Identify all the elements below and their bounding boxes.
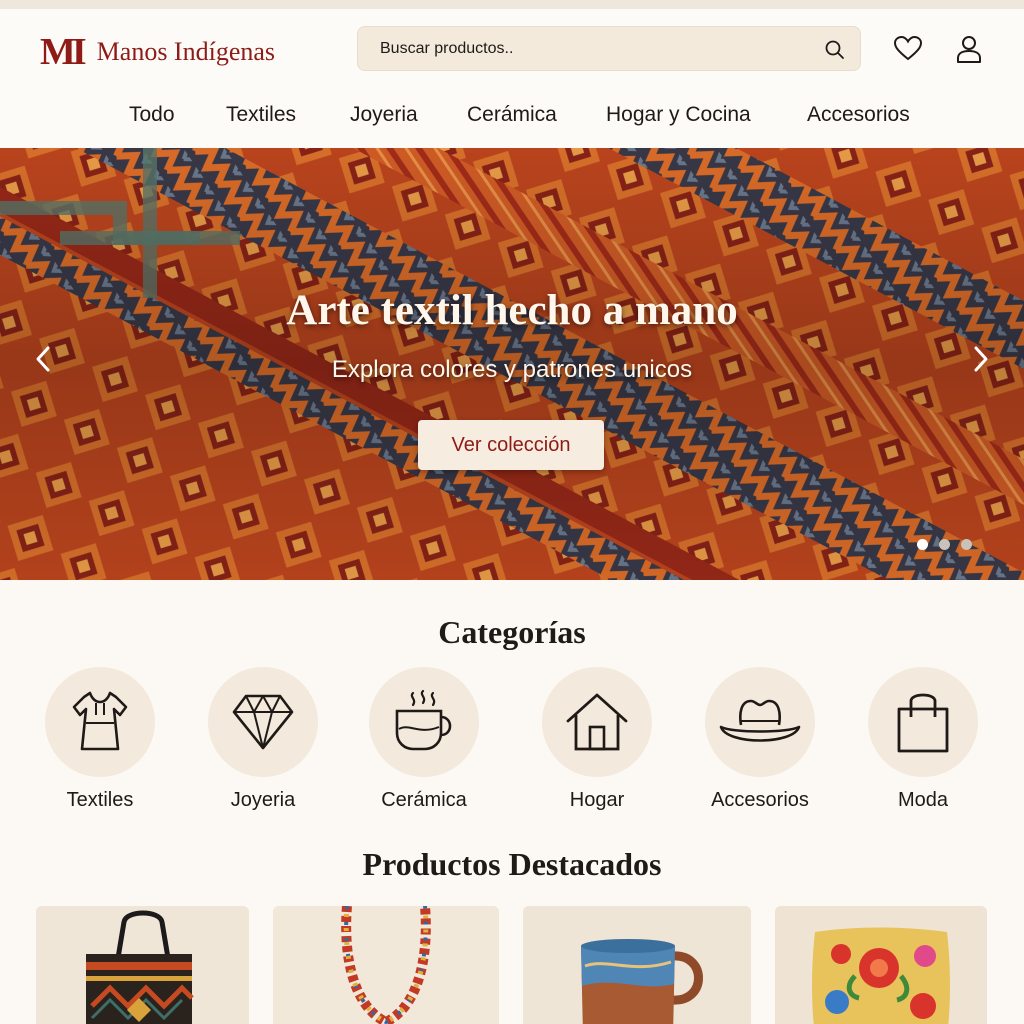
slide-dot-1[interactable] xyxy=(917,539,928,550)
nav-item-ceramica[interactable]: Cerámica xyxy=(467,103,557,127)
logo-mark: MI xyxy=(40,31,87,73)
top-border xyxy=(0,0,1024,9)
category-circle xyxy=(208,667,318,777)
product-card-tote-bag[interactable] xyxy=(36,906,249,1024)
slide-dot-2[interactable] xyxy=(939,539,950,550)
shopping-bag-icon xyxy=(897,693,949,753)
dress-icon xyxy=(72,691,128,751)
category-hogar[interactable]: Hogar xyxy=(527,667,667,817)
user-icon[interactable] xyxy=(954,34,984,64)
category-label: Textiles xyxy=(66,789,134,811)
hero-banner: Arte textil hecho a mano Explora colores… xyxy=(0,148,1024,580)
category-label: Hogar xyxy=(569,789,625,811)
product-card-pillow[interactable] xyxy=(775,906,987,1024)
hero-title: Arte textil hecho a mano xyxy=(286,287,738,334)
nav-item-accesorios[interactable]: Accesorios xyxy=(807,103,910,127)
category-textiles[interactable]: Textiles xyxy=(30,667,170,817)
main-nav: Todo Textiles Joyeria Cerámica Hogar y C… xyxy=(0,99,1024,135)
house-icon xyxy=(566,693,628,751)
chevron-left-icon[interactable] xyxy=(31,344,55,374)
category-circle xyxy=(542,667,652,777)
product-card-mug[interactable] xyxy=(523,906,751,1024)
category-circle xyxy=(705,667,815,777)
brand-name: Manos Indígenas xyxy=(96,37,276,66)
ceramic-mug-image xyxy=(523,906,751,1024)
nav-item-textiles[interactable]: Textiles xyxy=(226,103,296,127)
featured-title: Productos Destacados xyxy=(362,846,662,882)
heart-icon[interactable] xyxy=(893,34,923,64)
beaded-necklace-image xyxy=(273,906,499,1024)
product-card-necklace[interactable] xyxy=(273,906,499,1024)
chevron-right-icon[interactable] xyxy=(969,344,993,374)
category-label: Cerámica xyxy=(381,789,467,811)
hat-icon xyxy=(719,699,801,742)
search-bar xyxy=(357,26,861,71)
category-circle xyxy=(45,667,155,777)
category-label: Accesorios xyxy=(711,789,809,811)
slide-dot-3[interactable] xyxy=(961,539,972,550)
cup-icon xyxy=(395,689,452,751)
category-accesorios[interactable]: Accesorios xyxy=(690,667,830,817)
search-input[interactable] xyxy=(380,37,800,61)
embroidered-pillow-image xyxy=(775,906,987,1024)
categories-title: Categorías xyxy=(438,614,586,650)
diamond-icon xyxy=(232,694,294,750)
nav-item-todo[interactable]: Todo xyxy=(129,103,175,127)
category-joyeria[interactable]: Joyeria xyxy=(193,667,333,817)
category-circle xyxy=(868,667,978,777)
hero-subtitle: Explora colores y patrones unicos xyxy=(331,356,693,383)
view-collection-button[interactable]: Ver colección xyxy=(418,420,604,470)
nav-item-joyeria[interactable]: Joyeria xyxy=(350,103,418,127)
tote-bag-image xyxy=(36,906,249,1024)
category-label: Joyeria xyxy=(230,789,296,811)
category-moda[interactable]: Moda xyxy=(853,667,993,817)
search-icon[interactable] xyxy=(824,39,846,61)
logo[interactable]: MI Manos Indígenas xyxy=(40,33,275,71)
category-label: Moda xyxy=(897,789,949,811)
site-header: MI Manos Indígenas Todo Textiles Joyeria… xyxy=(0,9,1024,147)
category-ceramica[interactable]: Cerámica xyxy=(354,667,494,817)
category-circle xyxy=(369,667,479,777)
nav-item-hogar-cocina[interactable]: Hogar y Cocina xyxy=(606,103,751,127)
